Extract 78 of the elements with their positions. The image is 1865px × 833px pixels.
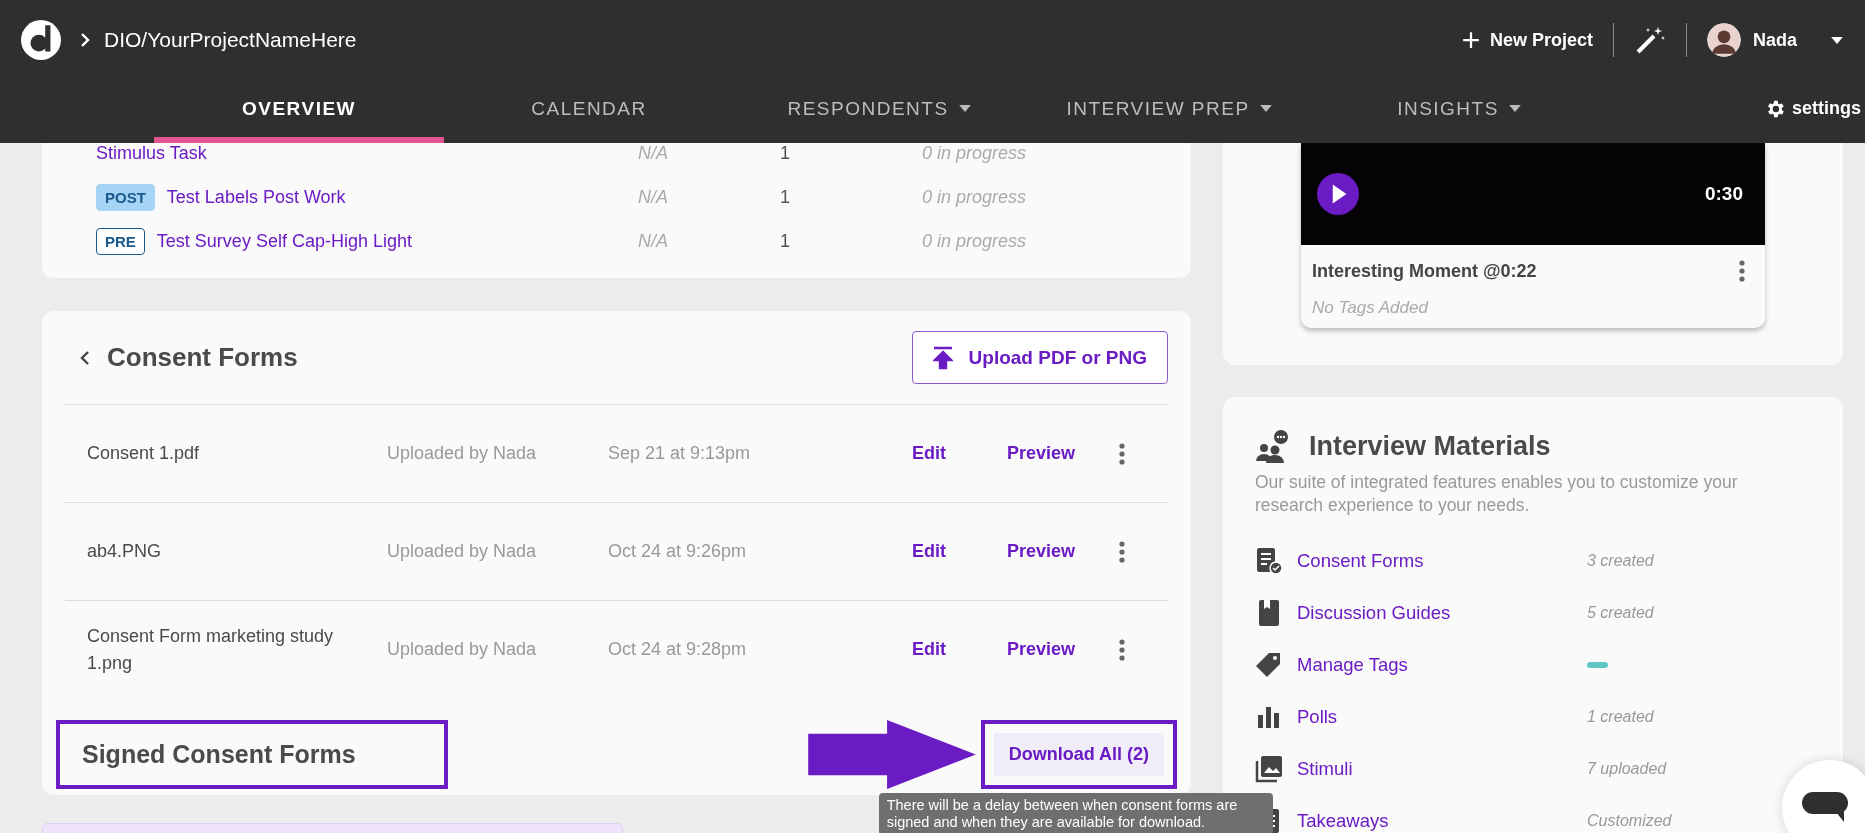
caret-down-icon (1508, 105, 1521, 112)
task-tag: PRE (96, 227, 145, 255)
download-all-button[interactable]: Download All (2) (980, 720, 1177, 789)
material-link[interactable]: Manage Tags (1297, 654, 1587, 676)
more-icon[interactable] (1119, 442, 1125, 465)
task-count: 1 (780, 186, 791, 208)
avatar-icon[interactable] (1707, 23, 1741, 57)
nav-tab[interactable]: INSIGHTS (1314, 80, 1604, 143)
upload-date: Sep 21 at 9:13pm (608, 443, 752, 464)
more-icon[interactable] (1119, 540, 1125, 563)
task-link[interactable]: Test Labels Post Work (166, 186, 346, 208)
user-name[interactable]: Nada (1753, 29, 1797, 51)
images-icon (1255, 755, 1283, 783)
progress-status: 0 in progress (922, 230, 1027, 252)
file-name: Consent 1.pdf (87, 442, 201, 465)
due-date: N/A (638, 186, 669, 208)
material-link[interactable]: Takeaways (1297, 810, 1587, 832)
clip-title: Interesting Moment @0:22 (1312, 260, 1537, 282)
task-count: 1 (780, 142, 791, 164)
uploader: Uploaded by Nada (387, 541, 538, 562)
section-title: Consent Forms (107, 342, 298, 373)
section-title: Interview Materials (1309, 430, 1551, 462)
edit-link[interactable]: Edit (912, 443, 946, 463)
more-icon[interactable] (1739, 260, 1745, 282)
material-link[interactable]: Discussion Guides (1297, 602, 1587, 624)
file-name: ab4.PNG (87, 540, 163, 563)
more-icon[interactable] (1119, 638, 1125, 661)
caret-down-icon (958, 105, 971, 112)
material-link[interactable]: Polls (1297, 706, 1587, 728)
settings-button[interactable]: settings (1764, 80, 1865, 143)
edit-link[interactable]: Edit (912, 639, 946, 659)
material-link[interactable]: Stimuli (1297, 758, 1587, 780)
upload-icon (932, 345, 953, 370)
preview-link[interactable]: Preview (1007, 443, 1076, 463)
material-count: 3 created (1587, 552, 1654, 570)
edit-link[interactable]: Edit (912, 541, 946, 561)
nav-tab[interactable]: CALENDAR (444, 80, 734, 143)
due-date: N/A (638, 142, 669, 164)
caret-down-icon (1259, 105, 1272, 112)
arrow-icon (806, 720, 977, 789)
task-link[interactable]: Test Survey Self Cap-High Light (156, 230, 412, 252)
play-button[interactable] (1317, 173, 1359, 215)
plus-icon (1461, 31, 1480, 49)
upload-button[interactable]: Upload PDF or PNG (911, 331, 1168, 384)
preview-link[interactable]: Preview (1007, 541, 1076, 561)
signed-forms-heading: Signed Consent Forms (56, 720, 448, 789)
progress-status: 0 in progress (922, 142, 1027, 164)
file-name: Consent Form marketing study 1.png (87, 624, 335, 675)
upload-date: Oct 24 at 9:26pm (608, 541, 748, 562)
material-count: Customized (1587, 812, 1672, 830)
material-count: 5 created (1587, 604, 1654, 622)
material-count: 7 uploaded (1587, 760, 1667, 778)
task-count: 1 (780, 230, 791, 252)
project-breadcrumb[interactable]: DIO/YourProjectNameHere (104, 28, 357, 52)
no-tags-note: No Tags Added (1311, 297, 1430, 319)
nav-tab[interactable]: INTERVIEW PREP (1024, 80, 1314, 143)
chevron-right-icon (80, 32, 90, 48)
material-count: 1 created (1587, 708, 1654, 726)
uploader: Uploaded by Nada (387, 443, 538, 464)
preview-link[interactable]: Preview (1007, 639, 1076, 659)
nav-tab[interactable]: RESPONDENTS (734, 80, 1024, 143)
tag-icon (1255, 651, 1283, 679)
checklist-icon (1255, 547, 1283, 575)
loading-bar (1587, 662, 1608, 668)
new-project-button[interactable]: New Project (1461, 29, 1593, 51)
back-icon[interactable] (80, 349, 90, 366)
progress-status: 0 in progress (922, 186, 1027, 208)
section-description: Our suite of integrated features enables you to customize your research experience to your needs. (1255, 471, 1739, 517)
uploader: Uploaded by Nada (387, 639, 538, 660)
task-tag: POST (96, 183, 155, 211)
video-duration: 0:30 (1704, 183, 1743, 205)
tooltip: There will be a delay between when consent forms are signed and when they are available for download. (878, 793, 1273, 833)
caret-down-icon[interactable] (1831, 36, 1843, 44)
material-link[interactable]: Consent Forms (1297, 550, 1587, 572)
due-date: N/A (638, 230, 669, 252)
task-link[interactable]: Stimulus Task (96, 142, 207, 164)
logo-icon[interactable] (20, 19, 62, 61)
upload-date: Oct 24 at 9:28pm (608, 639, 748, 660)
